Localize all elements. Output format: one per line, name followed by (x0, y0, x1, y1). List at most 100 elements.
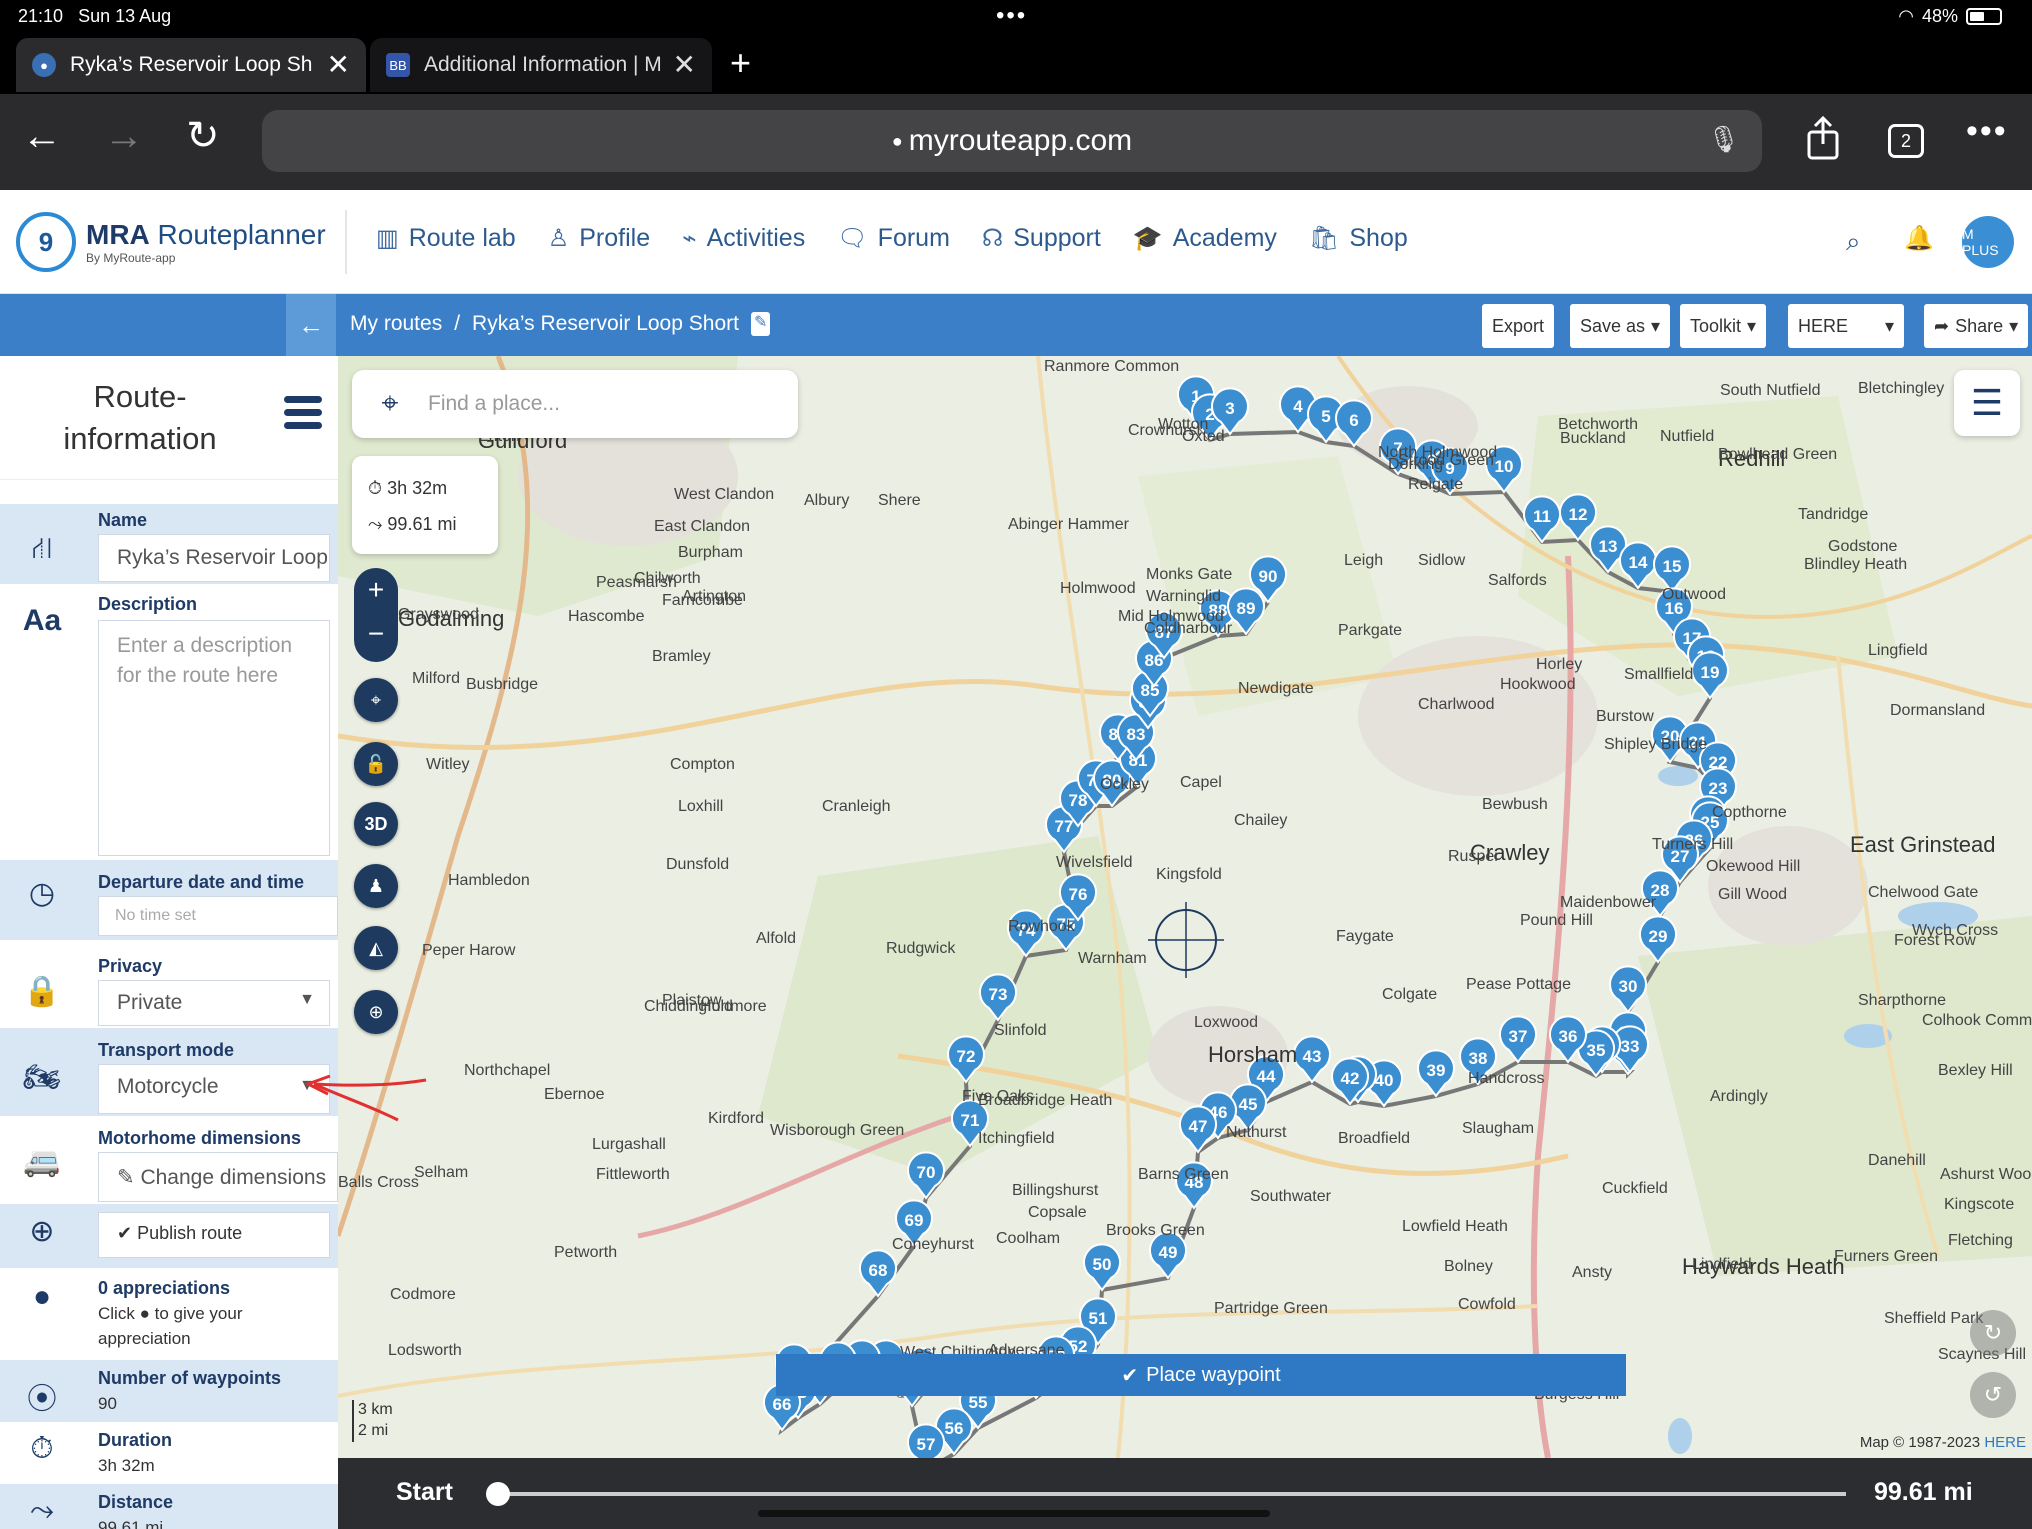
wifi-icon: ◠ (1898, 6, 1914, 26)
waypoint-pin[interactable]: 30 (1609, 965, 1647, 1014)
reload-icon[interactable]: ↻ (186, 116, 220, 156)
share-icon[interactable] (1806, 116, 1840, 160)
home-indicator (758, 1510, 1270, 1517)
streetview-button[interactable]: ♟ (354, 864, 398, 908)
map-town-label: Cranleigh (822, 798, 891, 815)
place-waypoint-button[interactable]: ✔ Place waypoint (776, 1354, 1626, 1396)
publish-row: ⊕ ✔ Publish route (0, 1204, 338, 1268)
lock-map-button[interactable]: 🔓 (354, 742, 398, 786)
map-town-label: Petworth (554, 1244, 618, 1261)
map-town-label: Reigate (1408, 476, 1464, 493)
check-icon: ✔ (117, 1223, 133, 1243)
close-icon[interactable]: ✕ (673, 51, 696, 79)
description-textarea[interactable]: Enter a description for the route here (98, 620, 330, 856)
waypoint-pin[interactable]: 37 (1499, 1015, 1537, 1064)
map-town-label: Lurgashall (592, 1136, 666, 1153)
save-as-button[interactable]: Save as ▾ (1570, 304, 1671, 348)
nav-activities[interactable]: ⌁ Activities (682, 224, 805, 253)
rotate-button[interactable]: ↻ (1970, 1310, 2016, 1356)
map-town-label: Wivelsfield (1056, 854, 1133, 871)
nav-profile[interactable]: ♙ Profile (548, 224, 650, 253)
nav-forum[interactable]: 🗨 Forum (837, 224, 950, 253)
waypoint-pin[interactable]: 43 (1293, 1035, 1331, 1084)
waypoint-number: 69 (905, 1211, 924, 1230)
map-town-label: Furners Green (1834, 1248, 1939, 1265)
microphone-icon[interactable]: 🎙 (1707, 124, 1740, 155)
map-town-label: Warninglid (1146, 588, 1221, 605)
waypoint-number: 35 (1587, 1041, 1606, 1060)
support-icon: ☊ (981, 225, 1004, 252)
more-icon[interactable]: ••• (1966, 112, 2008, 151)
export-button[interactable]: Export (1482, 304, 1555, 348)
map-town-label: Sharpthorne (1858, 992, 1947, 1009)
sidebar-header: Route-information (0, 356, 338, 480)
back-arrow-icon[interactable]: ← (22, 116, 62, 156)
waypoint-number: 40 (1375, 1071, 1394, 1090)
waypoint-pin[interactable]: 70 (907, 1151, 945, 1200)
3d-button[interactable]: 3D (354, 802, 398, 846)
layers-button[interactable]: ☰ (1954, 370, 2020, 436)
waypoint-pin[interactable]: 50 (1083, 1243, 1121, 1292)
breadcrumb: My routes / Ryka’s Reservoir Loop Short … (350, 312, 771, 336)
elevation-button[interactable]: ◭ (354, 926, 398, 970)
waypoint-pin[interactable]: 68 (859, 1249, 897, 1298)
close-icon[interactable]: ✕ (327, 51, 350, 79)
map-town-label: Maidenbower (1560, 894, 1657, 911)
route-stats-card: ⏱ 3h 32m ⤳ 99.61 mi (352, 456, 498, 554)
flame-icon[interactable]: ● (18, 1280, 66, 1314)
map-provider-select[interactable]: HERE ▾ (1788, 304, 1904, 348)
privacy-select[interactable]: Private ▼ (98, 980, 330, 1026)
person-icon: ♟ (367, 875, 385, 896)
tab-count-button[interactable]: 2 (1888, 124, 1924, 158)
multitask-dots[interactable]: ••• (996, 2, 1027, 30)
share-button[interactable]: ➦ Share ▾ (1924, 304, 2029, 348)
nav-shop[interactable]: 🛍 Shop (1309, 224, 1408, 253)
map-canvas[interactable]: 1234567891011121314151617181920212223242… (338, 356, 2032, 1458)
nav-support[interactable]: ☊ Support (982, 224, 1101, 253)
route-lab-icon: ▥ (376, 225, 399, 252)
collapse-sidebar-button[interactable]: ← (286, 294, 336, 356)
edit-icon[interactable]: ✎ (750, 312, 771, 336)
map-town-label: Five Oaks (962, 1088, 1035, 1105)
locate-button[interactable]: ⊕ (354, 990, 398, 1034)
waypoint-number: 42 (1341, 1069, 1360, 1088)
zoom-out-button[interactable]: − (354, 612, 398, 656)
map-town-label: Hurtmore (700, 998, 767, 1015)
nav-academy[interactable]: 🎓 Academy (1133, 224, 1277, 253)
slider-thumb[interactable] (486, 1482, 510, 1506)
change-dimensions-button[interactable]: ✎ Change dimensions (98, 1152, 338, 1202)
map-town-label: Brooks Green (1106, 1222, 1205, 1239)
reset-rotation-button[interactable]: ↺ (1970, 1372, 2016, 1418)
bell-icon[interactable]: 🔔 (1904, 224, 1934, 253)
bb-icon: BB (386, 53, 410, 77)
tab-route[interactable]: ● Ryka’s Reservoir Loop Sh ✕ (16, 38, 366, 92)
slider-track[interactable] (496, 1492, 1846, 1496)
mra-logo[interactable]: 9 MRA Routeplanner By MyRoute-app (16, 212, 326, 272)
waypoint-pin[interactable]: 39 (1417, 1049, 1455, 1098)
poi-button[interactable]: ⌖ (354, 678, 398, 722)
new-tab-button[interactable]: + (730, 42, 751, 84)
map-town-label: Hambledon (448, 872, 530, 889)
map-town-label: Selham (414, 1164, 469, 1181)
avatar[interactable]: M PLUS (1962, 216, 2014, 268)
departure-input[interactable]: No time set (98, 896, 338, 936)
waypoint-number: 11 (1533, 507, 1551, 526)
map-town-label: Smallfield (1624, 666, 1694, 683)
map-town-label: Itchingfield (978, 1130, 1055, 1147)
toolkit-button[interactable]: Toolkit ▾ (1680, 304, 1767, 348)
nav-route-lab[interactable]: ▥ Route lab (376, 224, 516, 253)
zoom-in-button[interactable]: + (354, 568, 398, 612)
map-town-label: Kingsfold (1156, 866, 1222, 883)
forward-arrow-icon[interactable]: → (104, 116, 144, 156)
hamburger-menu-icon[interactable] (284, 396, 322, 435)
address-bar[interactable]: ● myrouteapp.com 🎙 (262, 110, 1762, 172)
waypoint-pin[interactable]: 57 (907, 1423, 945, 1458)
transport-mode-select[interactable]: Motorcycle ▼ (98, 1064, 330, 1114)
search-icon[interactable]: ⌕ (1846, 226, 1861, 258)
tab-additional-info[interactable]: BB Additional Information | M ✕ (370, 38, 712, 92)
publish-route-button[interactable]: ✔ Publish route (98, 1212, 330, 1258)
waypoint-number: 51 (1089, 1309, 1108, 1328)
breadcrumb-my-routes[interactable]: My routes (350, 312, 442, 336)
find-place-search[interactable]: ⌖ Find a place... (352, 370, 798, 438)
route-name-input[interactable]: Ryka’s Reservoir Loop Short (98, 534, 330, 582)
